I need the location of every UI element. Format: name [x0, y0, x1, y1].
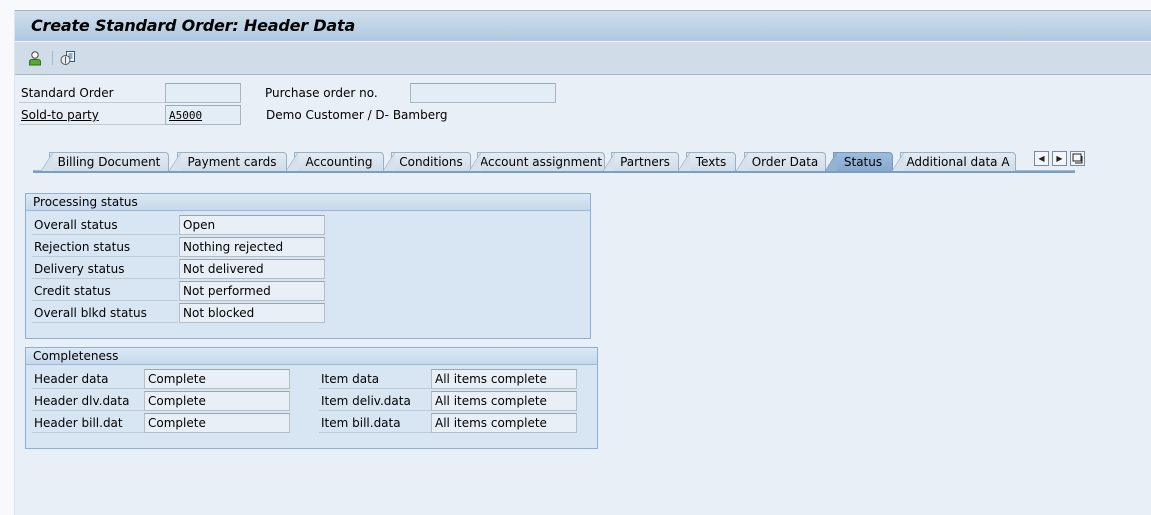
overall-blocked-status-label: Overall blkd status [34, 306, 147, 320]
processing-status-title: Processing status [26, 194, 590, 211]
label-underline [32, 234, 178, 235]
item-data-field: All items complete [431, 369, 577, 389]
credit-status-field: Not performed [179, 281, 325, 301]
label-underline [32, 388, 144, 389]
sap-screen: Create Standard Order: Header Data Stand… [14, 10, 1151, 515]
delivery-status-field: Not delivered [179, 259, 325, 279]
tab-list-icon[interactable] [1070, 151, 1085, 166]
header-data-label: Header data [34, 372, 109, 386]
tab-additional-data-a[interactable]: Additional data A [892, 152, 1016, 171]
overall-status-label: Overall status [34, 218, 118, 232]
tab-conditions[interactable]: Conditions [383, 152, 471, 171]
header-dlv-data-label: Header dlv.data [34, 394, 130, 408]
tab-billing-document[interactable]: Billing Document [41, 152, 169, 171]
item-deliv-data-label: Item deliv.data [321, 394, 411, 408]
item-bill-data-label: Item bill.data [321, 416, 401, 430]
purchase-order-input[interactable] [410, 83, 556, 103]
label-underline [319, 410, 431, 411]
label-underline [32, 278, 178, 279]
sold-to-party-description: Demo Customer / D- Bamberg [266, 108, 448, 122]
label-underline [32, 256, 178, 257]
rejection-status-field: Nothing rejected [179, 237, 325, 257]
rejection-status-label: Rejection status [34, 240, 131, 254]
item-data-label: Item data [321, 372, 380, 386]
tab-payment-cards[interactable]: Payment cards [169, 152, 287, 171]
purchase-order-label: Purchase order no. [265, 86, 378, 100]
application-toolbar [15, 41, 1151, 75]
tab-strip: Billing Document Payment cards Accountin… [31, 148, 1085, 173]
label-underline [19, 102, 165, 103]
tab-account-assignment[interactable]: Account assignment [469, 152, 605, 171]
label-underline [32, 410, 144, 411]
page-title: Create Standard Order: Header Data [31, 16, 356, 35]
overall-blocked-status-field: Not blocked [179, 303, 325, 323]
header-data-field: Complete [144, 369, 290, 389]
label-underline [32, 300, 178, 301]
tab-partners[interactable]: Partners [603, 152, 679, 171]
header-dlv-data-field: Complete [144, 391, 290, 411]
tab-scroll-left-icon[interactable]: ◀ [1034, 151, 1049, 166]
label-underline [32, 322, 178, 323]
overall-status-field: Open [179, 215, 325, 235]
tab-order-data[interactable]: Order Data [736, 152, 826, 171]
header-bill-dat-label: Header bill.dat [34, 416, 123, 430]
tab-texts[interactable]: Texts [678, 152, 736, 171]
completeness-title: Completeness [26, 348, 597, 365]
label-underline [32, 432, 144, 433]
credit-status-label: Credit status [34, 284, 111, 298]
tab-status[interactable]: Status [825, 152, 893, 171]
sold-to-party-input[interactable]: A5000 [165, 105, 241, 125]
toolbar-separator [52, 51, 53, 65]
title-bar: Create Standard Order: Header Data [15, 10, 1151, 41]
header-bill-dat-field: Complete [144, 413, 290, 433]
tab-scroll-right-icon[interactable]: ▶ [1052, 151, 1067, 166]
standard-order-input[interactable] [165, 83, 241, 103]
person-icon[interactable] [27, 50, 43, 66]
item-deliv-data-field: All items complete [431, 391, 577, 411]
sold-to-party-value: A5000 [169, 109, 203, 122]
delivery-status-label: Delivery status [34, 262, 125, 276]
tab-accounting[interactable]: Accounting [286, 152, 384, 171]
label-underline [319, 432, 431, 433]
item-bill-data-field: All items complete [431, 413, 577, 433]
sold-to-party-label[interactable]: Sold-to party [21, 108, 99, 122]
standard-order-label: Standard Order [21, 86, 114, 100]
label-underline [319, 388, 431, 389]
label-underline [19, 124, 165, 125]
document-overview-icon[interactable] [60, 50, 76, 66]
